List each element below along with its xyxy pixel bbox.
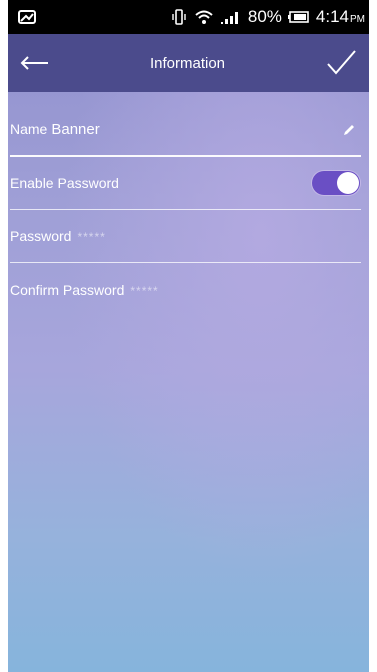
confirm-button[interactable] [321,43,361,83]
status-bar: 80% 4:14PM [8,0,369,34]
password-row[interactable]: Password ***** [10,210,361,263]
enable-password-row: Enable Password [10,157,361,210]
name-row[interactable]: Name Banner [10,104,361,157]
confirm-password-row[interactable]: Confirm Password ***** [10,263,361,316]
confirm-password-input[interactable]: ***** [130,284,158,298]
vibrate-icon [170,9,188,25]
password-label: Password [10,228,72,244]
edit-name-button[interactable] [337,118,361,142]
toggle-knob [337,172,359,194]
confirm-password-label: Confirm Password [10,281,125,298]
name-value[interactable]: Banner [51,121,99,138]
confirm-password-field: Confirm Password ***** [10,282,159,298]
signal-icon [220,9,242,25]
battery-percent: 80% [247,7,282,26]
password-field: Password ***** [10,228,106,244]
back-arrow-icon [20,56,48,70]
notification-icon [18,10,36,24]
pencil-icon [344,124,354,135]
info-form: Name Banner Enable Password Password ***… [8,104,369,316]
screen: 80% 4:14PM Information Name Banner Enabl… [8,0,369,672]
status-right: 80% 4:14PM [170,7,365,27]
phone-frame: 80% 4:14PM Information Name Banner Enabl… [0,0,377,672]
wifi-icon [194,9,214,25]
app-bar: Information [8,34,369,92]
enable-password-label: Enable Password [10,175,119,191]
battery-icon [287,10,310,24]
password-input[interactable]: ***** [77,230,105,244]
page-title: Information [149,54,226,72]
name-field: Name Banner [10,121,100,138]
enable-password-toggle[interactable] [311,170,361,196]
name-label: Name [10,121,48,137]
clock-ampm: PM [350,14,365,25]
back-button[interactable] [14,43,54,83]
status-left [18,10,36,24]
checkmark-icon [327,50,356,75]
clock: 4:14PM [316,7,365,27]
clock-time: 4:14 [315,7,349,26]
